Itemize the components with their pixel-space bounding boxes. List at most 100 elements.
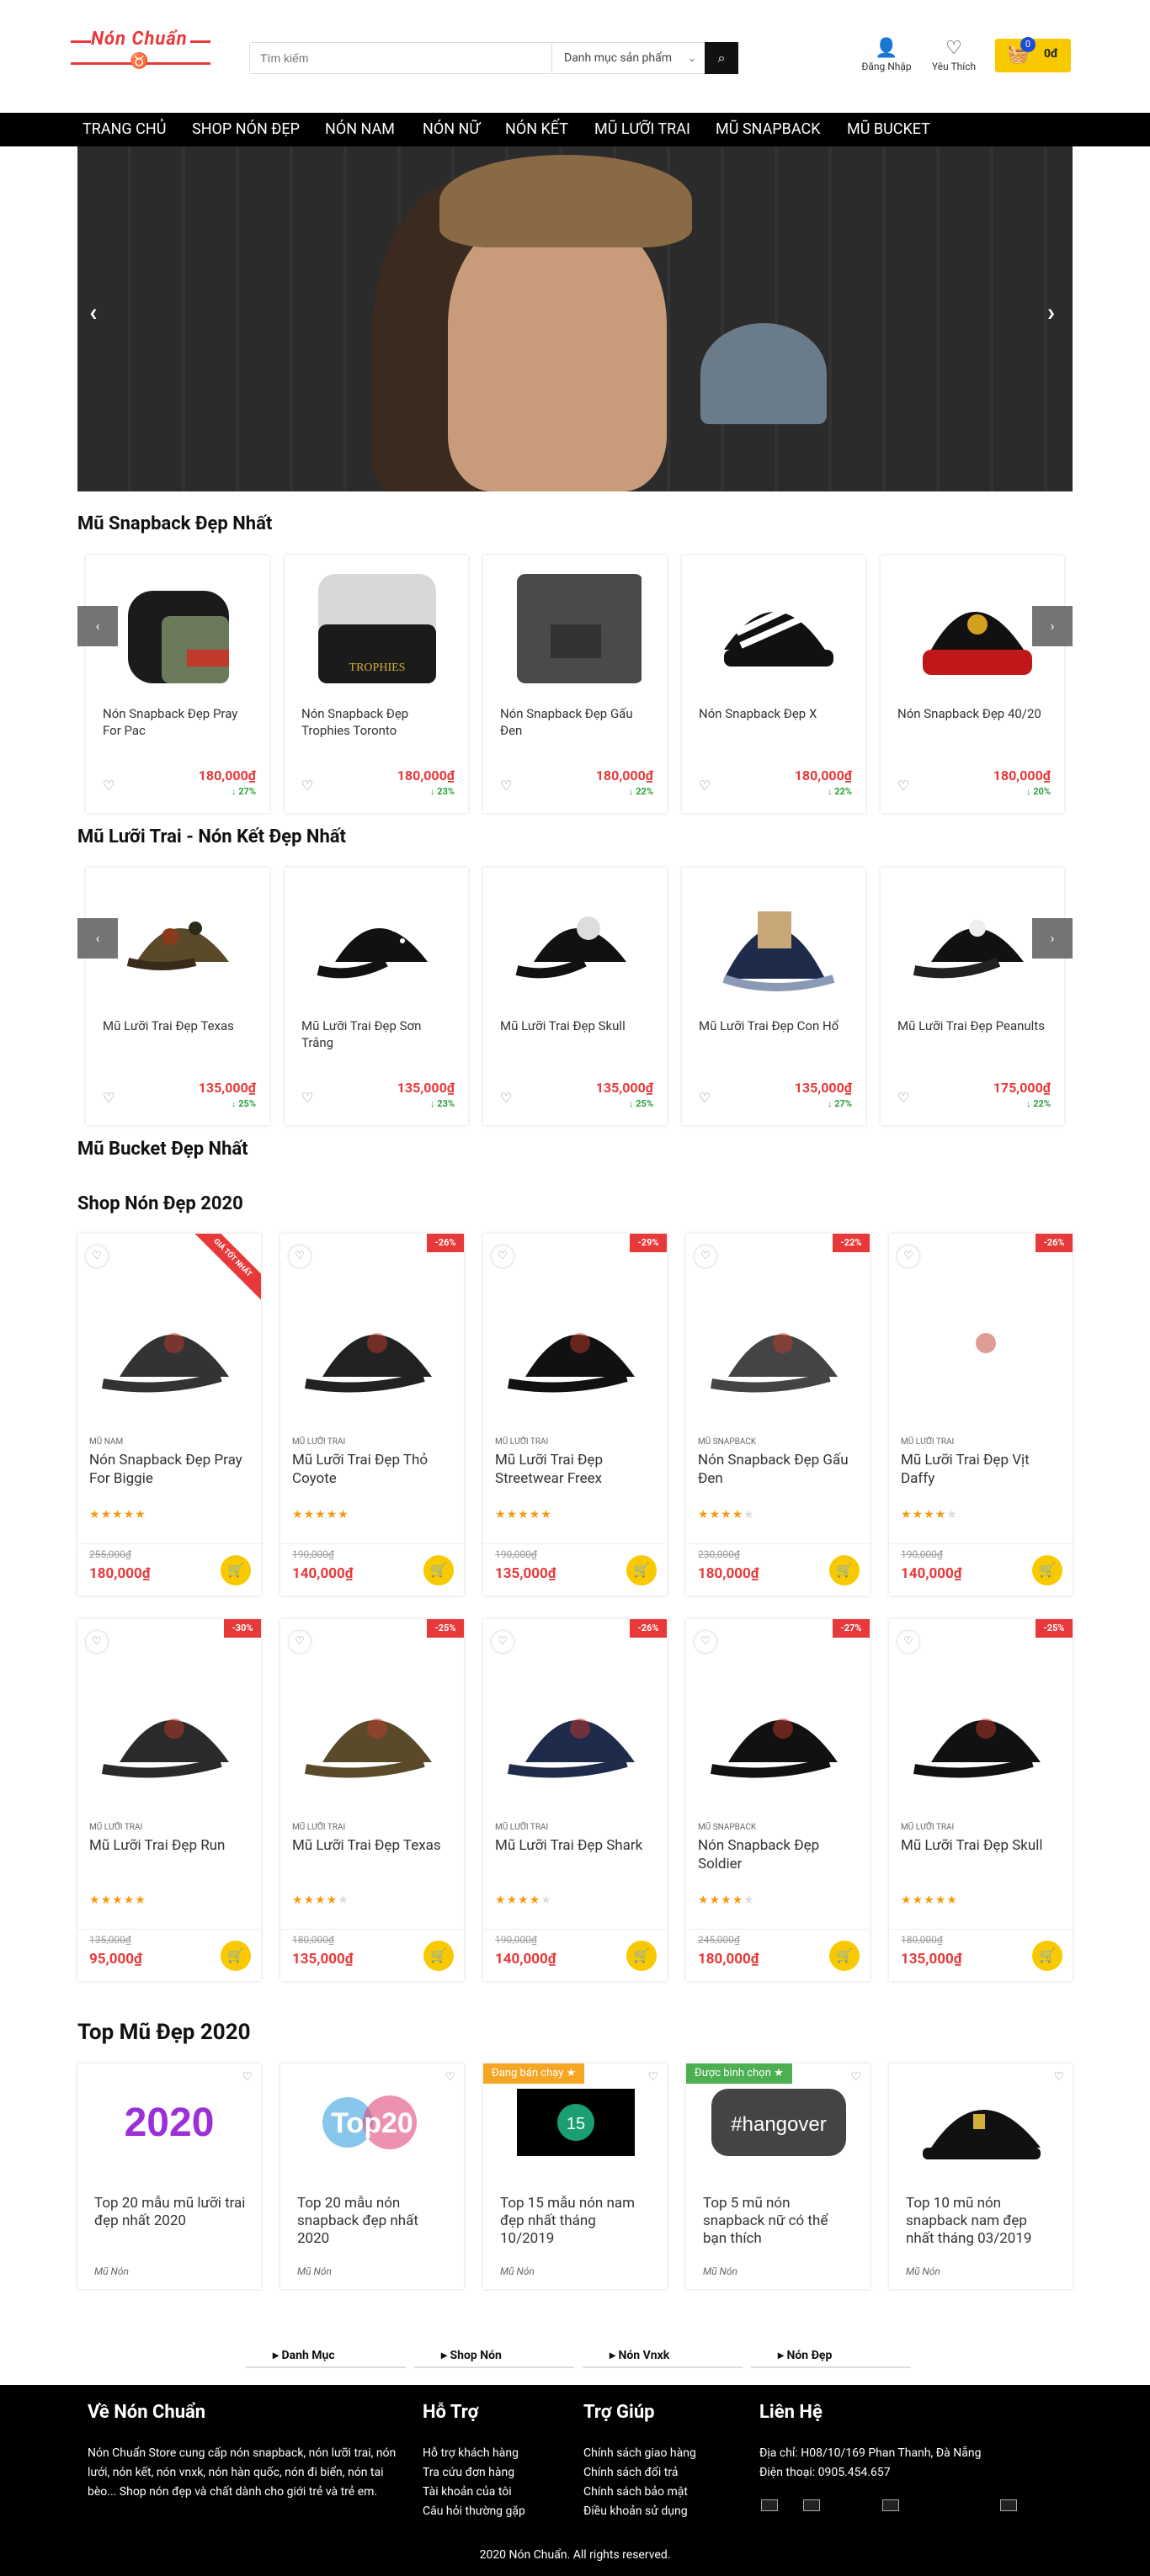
- logo[interactable]: Nón Chuẩn ♉: [71, 24, 210, 74]
- blog-category[interactable]: Mũ Nón: [500, 2265, 535, 2277]
- heart-icon[interactable]: ♡: [445, 2070, 455, 2084]
- heart-icon[interactable]: ♡: [86, 1631, 108, 1653]
- heart-icon[interactable]: ♡: [301, 1090, 313, 1106]
- wishlist-button[interactable]: ♡ Yêu Thích: [924, 37, 983, 72]
- nav-item-bucket[interactable]: MŨ BUCKET: [840, 113, 937, 146]
- blog-title[interactable]: Top 5 mũ nón snapback nữ có thể bạn thíc…: [703, 2195, 855, 2248]
- heart-icon[interactable]: ♡: [1053, 2070, 1064, 2084]
- add-to-cart-button[interactable]: 🛒: [221, 1555, 251, 1585]
- product-name[interactable]: Mũ Lưỡi Trai Đẹp Skull: [901, 1836, 1061, 1855]
- product-card[interactable]: ♡ -30% MŨ LƯỠI TRAI Mũ Lưỡi Trai Đẹp Run ★★★…: [77, 1619, 261, 1981]
- banner-next-button[interactable]: ›: [1047, 298, 1055, 327]
- product-card[interactable]: Nón Snapback Đẹp Gấu Đen ♡ 180,000₫ ↓ 22…: [483, 555, 667, 813]
- blog-title[interactable]: Top 20 mẫu nón snapback đẹp nhất 2020: [297, 2195, 449, 2248]
- carousel-prev-button[interactable]: ‹: [77, 606, 118, 646]
- heart-icon[interactable]: ♡: [897, 1246, 919, 1267]
- add-to-cart-button[interactable]: 🛒: [423, 1941, 454, 1971]
- cart-button[interactable]: 🧺 0 0đ: [995, 37, 1071, 72]
- product-name[interactable]: Mũ Lưỡi Trai Đẹp Streetwear Freex: [495, 1451, 655, 1488]
- login-button[interactable]: 👤 Đăng Nhập: [857, 37, 916, 72]
- nav-item-caps[interactable]: NÓN KẾT: [498, 113, 575, 146]
- heart-icon[interactable]: ♡: [897, 778, 909, 794]
- product-card[interactable]: Nón Snapback Đẹp Pray For Pac ♡ 180,000₫…: [86, 555, 269, 813]
- product-category[interactable]: MŨ LƯỠI TRAI: [292, 1823, 345, 1832]
- heart-icon[interactable]: ♡: [647, 2070, 658, 2084]
- blog-card[interactable]: 15 Đang bán chạy ★ ♡ Top 15 mẫu nón nam đẹp…: [483, 2063, 667, 2289]
- product-category[interactable]: MŨ SNAPBACK: [698, 1823, 756, 1832]
- heart-icon[interactable]: ♡: [301, 778, 313, 794]
- product-card[interactable]: TROPHIES Nón Snapback Đẹp Trophies Toron…: [285, 555, 468, 813]
- tab-vnxk[interactable]: ▸ Nón Vnxk: [583, 2343, 743, 2368]
- product-name[interactable]: Nón Snapback Đẹp Soldier: [698, 1836, 858, 1873]
- footer-link[interactable]: Điều khoản sử dụng: [583, 2502, 696, 2521]
- heart-icon[interactable]: ♡: [897, 1090, 909, 1106]
- heart-icon[interactable]: ♡: [695, 1246, 716, 1267]
- heart-icon[interactable]: ♡: [86, 1246, 108, 1267]
- product-category[interactable]: MŨ LƯỠI TRAI: [901, 1437, 954, 1447]
- product-name[interactable]: Mũ Lưỡi Trai Đẹp Texas: [292, 1836, 452, 1855]
- heart-icon[interactable]: ♡: [289, 1631, 311, 1653]
- search-input[interactable]: [250, 43, 551, 73]
- add-to-cart-button[interactable]: 🛒: [1032, 1941, 1062, 1971]
- blog-category[interactable]: Mũ Nón: [703, 2265, 737, 2277]
- product-category[interactable]: MŨ NAM: [89, 1437, 123, 1447]
- heart-icon[interactable]: ♡: [897, 1631, 919, 1653]
- blog-card[interactable]: ♡ Top 10 mũ nón snapback nam đẹp nhất thá…: [889, 2063, 1073, 2289]
- product-card[interactable]: ♡ -26% MŨ LƯỠI TRAI Mũ Lưỡi Trai Đẹp Thỏ Co…: [280, 1234, 464, 1596]
- heart-icon[interactable]: ♡: [103, 778, 114, 794]
- heart-icon[interactable]: ♡: [289, 1246, 311, 1267]
- product-card[interactable]: ♡ -22% MŨ SNAPBACK Nón Snapback Đẹp Gấu Đen…: [686, 1234, 870, 1596]
- heart-icon[interactable]: ♡: [492, 1246, 514, 1267]
- product-category[interactable]: MŨ LƯỠI TRAI: [901, 1823, 954, 1832]
- product-category[interactable]: MŨ SNAPBACK: [698, 1437, 756, 1447]
- blog-title[interactable]: Top 10 mũ nón snapback nam đẹp nhất thán…: [906, 2195, 1057, 2248]
- nav-item-snapback[interactable]: MŨ SNAPBACK: [709, 113, 828, 146]
- product-card[interactable]: Mũ Lưỡi Trai Đẹp Sơn Trắng ♡ 135,000₫ ↓ …: [285, 868, 468, 1125]
- category-select[interactable]: Danh mục sản phẩm ⌄: [551, 43, 705, 73]
- heart-icon[interactable]: ♡: [492, 1631, 514, 1653]
- heart-icon[interactable]: ♡: [699, 1090, 711, 1106]
- product-category[interactable]: MŨ LƯỠI TRAI: [89, 1823, 142, 1832]
- footer-link[interactable]: Chính sách đổi trả: [583, 2463, 696, 2483]
- nav-item-baseball[interactable]: MŨ LƯỠI TRAI: [588, 113, 697, 146]
- product-card[interactable]: ♡ -26% MŨ LƯỠI TRAI Mũ Lưỡi Trai Đẹp Vịt Da…: [889, 1234, 1073, 1596]
- heart-icon[interactable]: ♡: [242, 2070, 253, 2084]
- blog-card[interactable]: Top20 ♡ Top 20 mẫu nón snapback đẹp nhất 2…: [280, 2063, 464, 2289]
- heart-icon[interactable]: ♡: [850, 2070, 861, 2084]
- product-name[interactable]: Mũ Lưỡi Trai Đẹp Shark: [495, 1836, 655, 1855]
- add-to-cart-button[interactable]: 🛒: [626, 1941, 657, 1971]
- blog-category[interactable]: Mũ Nón: [906, 2265, 940, 2277]
- product-card[interactable]: ♡ -27% MŨ SNAPBACK Nón Snapback Đẹp Soldier…: [686, 1619, 870, 1981]
- product-card[interactable]: Nón Snapback Đẹp 40/20 ♡ 180,000₫ ↓ 20%: [881, 555, 1064, 813]
- product-card[interactable]: Mũ Lưỡi Trai Đẹp Skull ♡ 135,000₫ ↓ 25%: [483, 868, 667, 1125]
- nav-item-home[interactable]: TRANG CHỦ: [76, 113, 173, 146]
- footer-link[interactable]: Chính sách giao hàng: [583, 2444, 696, 2463]
- blog-card[interactable]: 2020 ♡ Top 20 mẫu mũ lưỡi trai đẹp nhất 20…: [77, 2063, 261, 2289]
- carousel-next-button[interactable]: ›: [1032, 606, 1073, 646]
- nav-item-women[interactable]: NÓN NỮ: [416, 113, 487, 146]
- product-card[interactable]: ♡ -26% MŨ LƯỠI TRAI Mũ Lưỡi Trai Đẹp Shark ★…: [483, 1619, 667, 1981]
- blog-category[interactable]: Mũ Nón: [94, 2265, 129, 2277]
- product-card[interactable]: Mũ Lưỡi Trai Đẹp Con Hổ ♡ 135,000₫ ↓ 27%: [682, 868, 865, 1125]
- product-card[interactable]: Nón Snapback Đẹp X ♡ 180,000₫ ↓ 22%: [682, 555, 865, 813]
- product-category[interactable]: MŨ LƯỠI TRAI: [292, 1437, 345, 1447]
- carousel-prev-button[interactable]: ‹: [77, 918, 118, 959]
- heart-icon[interactable]: ♡: [500, 1090, 512, 1106]
- product-card[interactable]: ♡ -29% MŨ LƯỠI TRAI Mũ Lưỡi Trai Đẹp Street…: [483, 1234, 667, 1596]
- product-category[interactable]: MŨ LƯỠI TRAI: [495, 1437, 548, 1447]
- heart-icon[interactable]: ♡: [699, 778, 711, 794]
- tab-nice[interactable]: ▸ Nón Đẹp: [751, 2343, 911, 2368]
- banner-prev-button[interactable]: ‹: [89, 298, 97, 327]
- heart-icon[interactable]: ♡: [500, 778, 512, 794]
- add-to-cart-button[interactable]: 🛒: [221, 1941, 251, 1971]
- add-to-cart-button[interactable]: 🛒: [829, 1941, 860, 1971]
- product-card[interactable]: ♡ -25% MŨ LƯỠI TRAI Mũ Lưỡi Trai Đẹp Skull ★…: [889, 1619, 1073, 1981]
- search-button[interactable]: ⌕: [705, 42, 738, 74]
- nav-item-shop[interactable]: SHOP NÓN ĐẸP: [185, 113, 306, 146]
- carousel-next-button[interactable]: ›: [1032, 918, 1073, 959]
- footer-link[interactable]: Câu hỏi thường gặp: [423, 2502, 525, 2521]
- product-card[interactable]: Mũ Lưỡi Trai Đẹp Texas ♡ 135,000₫ ↓ 25%: [86, 868, 269, 1125]
- add-to-cart-button[interactable]: 🛒: [423, 1555, 454, 1585]
- nav-item-men[interactable]: NÓN NAM: [318, 113, 402, 146]
- heart-icon[interactable]: ♡: [695, 1631, 716, 1653]
